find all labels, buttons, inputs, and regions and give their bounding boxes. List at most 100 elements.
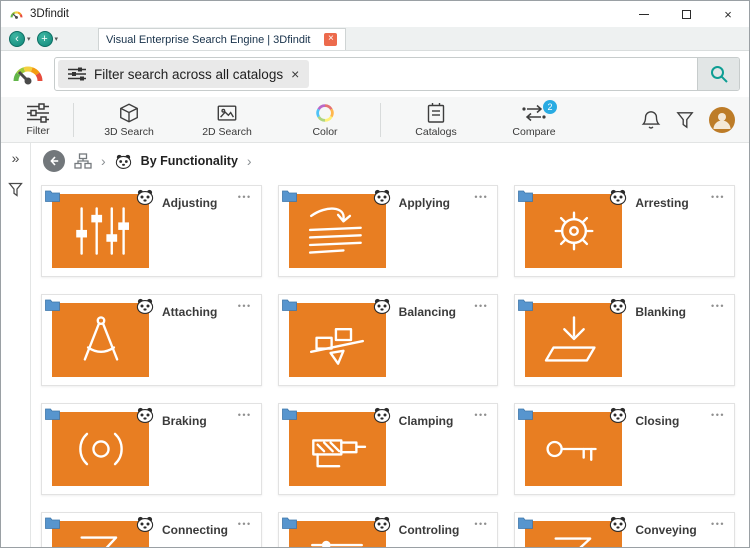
tab-close-button[interactable]: × <box>324 33 337 46</box>
app-window: 3Dfindit × ‹ ▾ + ▾ Visual Enterprise Sea… <box>0 0 750 548</box>
card-more-button[interactable]: ••• <box>711 301 725 311</box>
maximize-icon <box>682 10 691 19</box>
card-more-button[interactable]: ••• <box>238 192 252 202</box>
tool-filter[interactable]: Filter <box>9 97 67 142</box>
tab-title: Visual Enterprise Search Engine | 3Dfind… <box>106 34 310 46</box>
category-card-braking[interactable]: Braking ••• <box>41 403 262 495</box>
card-more-button[interactable]: ••• <box>474 192 488 202</box>
category-thumbnail <box>289 521 386 547</box>
card-more-button[interactable]: ••• <box>711 519 725 529</box>
card-more-button[interactable]: ••• <box>238 519 252 529</box>
nav-back-button[interactable]: ‹ <box>9 31 25 47</box>
card-more-button[interactable]: ••• <box>474 301 488 311</box>
search-button[interactable] <box>697 58 739 90</box>
category-thumbnail <box>52 412 149 486</box>
cube-3d-icon <box>118 102 140 124</box>
category-card-conveying[interactable]: Conveying ••• <box>514 512 735 547</box>
toolbar-separator <box>380 103 381 137</box>
classification-badge-icon <box>136 516 154 532</box>
adjusting-sketch-icon <box>66 203 136 259</box>
tool-color[interactable]: Color <box>276 97 374 142</box>
card-more-button[interactable]: ••• <box>711 410 725 420</box>
tool-catalogs-label: Catalogs <box>415 126 456 138</box>
classification-badge-icon <box>115 154 132 169</box>
filter-funnel-icon[interactable] <box>676 110 694 130</box>
card-more-button[interactable]: ••• <box>238 301 252 311</box>
main-panel: › By Functionality › <box>31 143 749 547</box>
category-card-balancing[interactable]: Balancing ••• <box>278 294 499 386</box>
folder-flag-icon <box>518 189 533 202</box>
minimize-button[interactable] <box>623 1 665 27</box>
nav-new-tab-button[interactable]: + <box>37 31 53 47</box>
category-card-connecting[interactable]: Connecting ••• <box>41 512 262 547</box>
content-area: » <box>1 143 749 547</box>
active-tab[interactable]: Visual Enterprise Search Engine | 3Dfind… <box>98 28 346 50</box>
tool-3d-search[interactable]: 3D Search <box>80 97 178 142</box>
chip-close-icon[interactable]: × <box>291 67 299 81</box>
search-input[interactable] <box>309 58 697 90</box>
toolbar-separator <box>73 103 74 137</box>
breadcrumb-chevron-icon[interactable]: › <box>247 153 252 169</box>
nav-back-caret-icon[interactable]: ▾ <box>27 35 31 43</box>
classification-badge-icon <box>609 407 627 423</box>
left-sidebar: » <box>1 143 31 547</box>
card-more-button[interactable]: ••• <box>711 192 725 202</box>
maximize-button[interactable] <box>665 1 707 27</box>
category-grid: Adjusting ••• Applying ••• <box>31 177 749 547</box>
category-card-clamping[interactable]: Clamping ••• <box>278 403 499 495</box>
catalog-tree-icon[interactable] <box>74 153 92 169</box>
nav-new-caret-icon[interactable]: ▾ <box>55 35 59 43</box>
folder-flag-icon <box>282 189 297 202</box>
category-card-blanking[interactable]: Blanking ••• <box>514 294 735 386</box>
minimize-icon <box>639 14 649 15</box>
classification-badge-icon <box>136 407 154 423</box>
category-card-controling[interactable]: Controling ••• <box>278 512 499 547</box>
compare-count-badge: 2 <box>543 100 557 114</box>
classification-badge-icon <box>373 189 391 205</box>
tool-compare[interactable]: 2 Compare <box>485 97 583 142</box>
close-button[interactable]: × <box>707 1 749 27</box>
breadcrumb-back-button[interactable] <box>43 150 65 172</box>
card-more-button[interactable]: ••• <box>474 410 488 420</box>
category-thumbnail <box>525 521 622 547</box>
category-thumbnail <box>525 303 622 377</box>
controling-sketch-icon <box>302 530 372 547</box>
tool-2d-search[interactable]: 2D Search <box>178 97 276 142</box>
window-title: 3Dfindit <box>30 8 69 20</box>
category-card-closing[interactable]: Closing ••• <box>514 403 735 495</box>
tool-catalogs[interactable]: Catalogs <box>387 97 485 142</box>
tool-filter-label: Filter <box>26 125 49 137</box>
category-thumbnail <box>525 194 622 268</box>
search-filter-chip[interactable]: Filter search across all catalogs × <box>58 60 309 88</box>
classification-badge-icon <box>373 407 391 423</box>
classification-badge-icon <box>373 516 391 532</box>
category-title: Closing <box>635 414 679 428</box>
card-more-button[interactable]: ••• <box>474 519 488 529</box>
classification-badge-icon <box>609 298 627 314</box>
connecting-sketch-icon <box>66 530 136 547</box>
breadcrumb-current[interactable]: By Functionality <box>141 154 238 168</box>
notifications-bell-icon[interactable] <box>641 109 661 131</box>
braking-sketch-icon <box>66 421 136 477</box>
category-title: Attaching <box>162 305 217 319</box>
category-card-attaching[interactable]: Attaching ••• <box>41 294 262 386</box>
tool-compare-label: Compare <box>512 126 555 138</box>
card-more-button[interactable]: ••• <box>238 410 252 420</box>
category-thumbnail <box>525 412 622 486</box>
expand-sidebar-icon[interactable]: » <box>12 151 20 165</box>
threedfindit-logo-icon <box>10 59 46 89</box>
category-card-adjusting[interactable]: Adjusting ••• <box>41 185 262 277</box>
tool-2d-search-label: 2D Search <box>202 126 252 138</box>
tab-bar: ‹ ▾ + ▾ Visual Enterprise Search Engine … <box>1 27 749 51</box>
category-card-arresting[interactable]: Arresting ••• <box>514 185 735 277</box>
color-wheel-icon <box>314 102 336 124</box>
category-title: Connecting <box>162 523 228 537</box>
search-box[interactable]: Filter search across all catalogs × <box>54 57 740 91</box>
category-card-applying[interactable]: Applying ••• <box>278 185 499 277</box>
category-title: Controling <box>399 523 460 537</box>
folder-flag-icon <box>45 516 60 529</box>
user-avatar[interactable] <box>709 107 735 133</box>
folder-flag-icon <box>518 298 533 311</box>
breadcrumb: › By Functionality › <box>31 145 749 177</box>
sidebar-filter-funnel-icon[interactable] <box>8 181 23 198</box>
